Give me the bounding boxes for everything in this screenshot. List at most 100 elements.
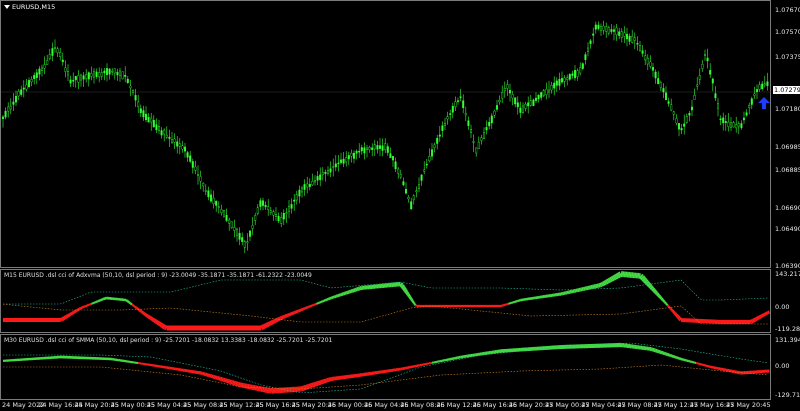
price-tick: 1.06985 [775,143,800,151]
candle-body [748,104,751,108]
candle-body [131,90,134,93]
indicator-segment [320,300,323,304]
indicator-segment [92,301,95,305]
indicator-1-label: M15 EURUSD .dsl cci of Adxvma (50,10, ds… [4,272,312,279]
indicator-segment [644,280,650,286]
indicator-segment [654,348,658,353]
candle-body [548,89,551,93]
indicator-segment [311,303,314,307]
indicator-segment [132,304,136,308]
indicator-segment [656,349,660,354]
candle-body [17,91,20,97]
indicator-segment [345,290,349,295]
candle-body [758,84,761,90]
indicator-segment [270,320,274,325]
indicator-pane-2[interactable]: M30 EURUSD .dsl cci of SMMA (50,10, dsl … [0,334,771,400]
candle-body [501,92,504,99]
candle-body [641,50,644,54]
dsl-lower-level [3,364,769,390]
indicator-segment [765,311,769,315]
candle-body [657,78,660,85]
candle-body [85,74,88,80]
price-chart-pane[interactable]: EURUSD,M15 [0,0,772,268]
candle-body [766,81,769,86]
candle-body [74,76,77,81]
candle-body [301,187,304,193]
candle-body [665,92,668,101]
candle-body [719,118,722,121]
candle-body [295,194,298,201]
candle-body [628,36,631,42]
candle-body [92,71,95,78]
candle-body [568,74,571,80]
candle-body [129,85,132,89]
indicator-segment [652,289,657,294]
indicator-pane-1[interactable]: M15 EURUSD .dsl cci of Adxvma (50,10, ds… [0,269,771,333]
candle-body [376,145,379,150]
candle-body [277,215,280,222]
indicator-segment [68,312,72,317]
indicator-segment [74,309,78,313]
indicator-segment [759,314,763,319]
candle-body [423,169,426,172]
indicator-segment [612,275,617,281]
candle-body [272,211,275,216]
candle-body [600,26,603,32]
candle-body [371,147,374,150]
indicator-segment [334,294,337,299]
candle-body [269,210,272,213]
candle-body [332,166,335,168]
indicator-segment [331,296,334,300]
candle-body [321,171,324,176]
indicator-segment [97,299,100,303]
candle-body [14,95,17,103]
indicator-segment [294,310,298,314]
indicator-segment [670,354,673,358]
candle-body [631,35,634,43]
candle-body [571,73,574,76]
candle-body [592,33,595,36]
candle-body [514,97,517,105]
candle-body [64,67,67,72]
price-tick: 1.06390 [775,262,800,270]
indicator-segment [153,318,158,324]
candle-body [275,214,278,217]
candle-body [636,43,639,45]
candle-body [54,47,57,49]
indicator-segment [647,283,653,289]
candle-body [550,84,553,91]
candle-body [233,227,236,231]
candle-body [118,70,121,76]
candle-body [337,162,340,165]
candle-body [22,87,25,90]
indicator-segment [293,310,297,315]
candle-body [415,190,418,193]
candle-body [327,169,330,174]
indicator-segment [89,302,92,306]
symbol-label[interactable]: EURUSD,M15 [4,3,55,11]
candle-body [384,143,387,150]
candle-body [235,228,238,236]
candle-body [30,79,33,83]
candle-body [724,121,727,123]
candle-body [574,70,577,79]
indicator-segment [308,305,311,308]
indicator-segment [415,304,418,307]
indicator-segment [667,353,670,357]
indicator-segment [672,310,677,315]
indicator-2-plot [2,342,770,394]
candle-body [350,152,353,157]
price-axis[interactable]: 1.07670 1.07570 1.07375 1.07180 1.06985 … [771,0,800,411]
candle-body [20,89,23,95]
candle-body [542,90,545,96]
candle-body [649,61,652,67]
candle-body [691,106,694,111]
candle-body [48,54,51,59]
price-tick: 1.06490 [775,225,800,233]
candle-body [714,93,717,99]
indicator-segment [603,280,608,286]
candle-body [293,199,296,202]
indicator-segment [63,315,67,320]
indicator-segment [146,314,150,319]
candle-body [410,201,413,210]
